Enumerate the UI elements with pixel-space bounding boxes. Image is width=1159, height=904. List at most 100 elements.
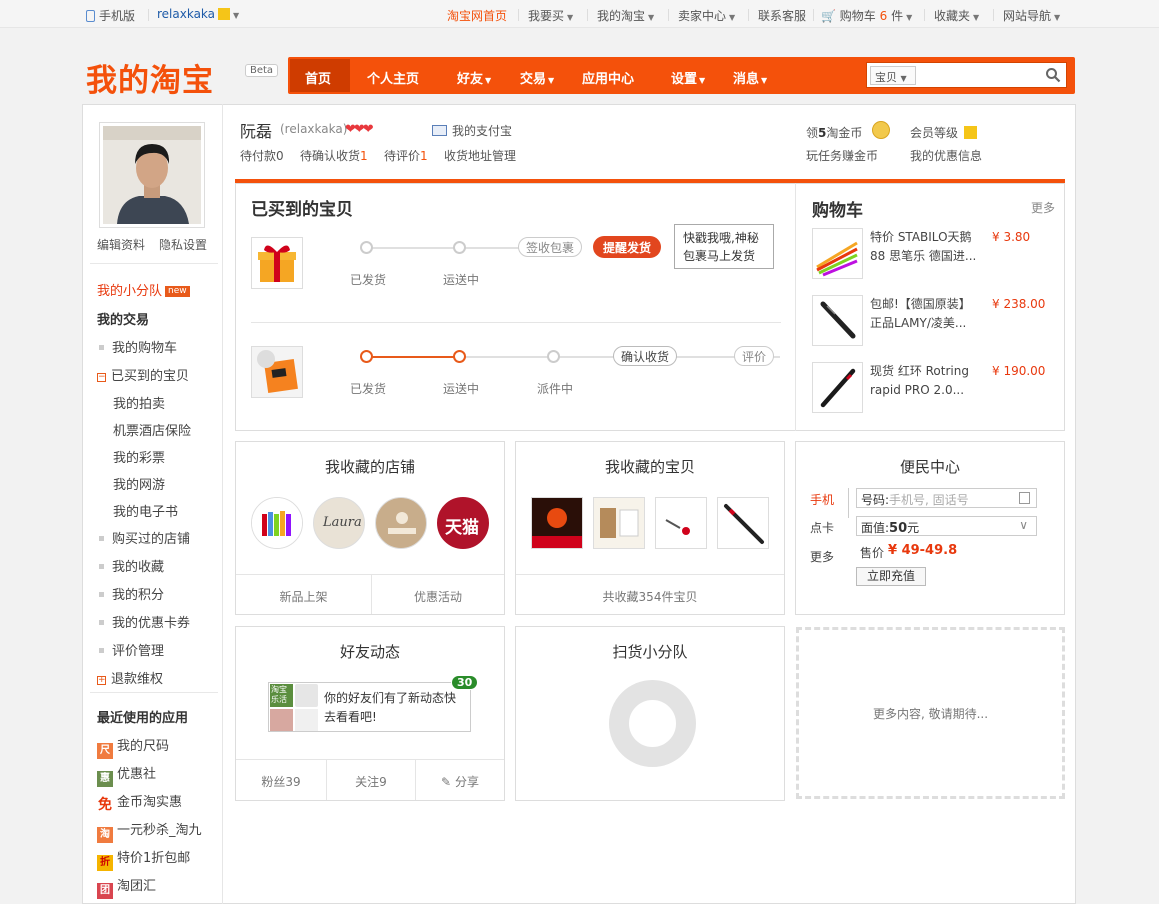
avatar[interactable] xyxy=(99,122,205,228)
shop-logo-text: Laura xyxy=(323,515,362,530)
shop-logo[interactable] xyxy=(251,497,303,549)
phone-number-field[interactable]: 号码:手机号, 固话号 xyxy=(856,488,1037,508)
step-transit-dot xyxy=(453,350,466,363)
address-link[interactable]: 收货地址管理 xyxy=(444,147,516,164)
product-image xyxy=(656,498,706,548)
my-taobao-logo[interactable]: 我的淘宝 xyxy=(86,55,214,100)
cart-item-image[interactable] xyxy=(812,362,863,413)
shop-logo[interactable]: Laura xyxy=(313,497,365,549)
app-seckill[interactable]: 淘一元秒杀_淘九 xyxy=(97,819,202,843)
search-icon[interactable] xyxy=(1045,67,1061,83)
remind-ship-button[interactable]: 提醒发货 xyxy=(593,236,662,258)
buy-menu[interactable]: 我要买 ▼ xyxy=(528,7,573,24)
cart-item-price: ¥ 238.00 xyxy=(992,297,1046,311)
sidebar-item-points[interactable]: 我的积分 xyxy=(97,584,164,603)
pending-review-link[interactable]: 待评价1 xyxy=(384,147,428,164)
total-favorites-link[interactable]: 共收藏354件宝贝 xyxy=(516,588,784,605)
feed-message[interactable]: 淘宝 乐活 你的好友们有了新动态快去看看吧! xyxy=(268,682,471,732)
new-arrivals-link[interactable]: 新品上架 xyxy=(236,588,371,605)
pending-pay-link[interactable]: 待付款0 xyxy=(240,147,284,164)
sidebar-item-coupons[interactable]: 我的优惠卡券 xyxy=(97,612,190,631)
fav-goods-thumbnail[interactable] xyxy=(593,497,645,549)
cart-more-link[interactable]: 更多 xyxy=(1031,199,1055,216)
order-thumbnail[interactable] xyxy=(251,237,303,289)
sidebar-item-bought[interactable]: − 已买到的宝贝 xyxy=(97,365,189,384)
search-type-select[interactable]: 宝贝 ▼ xyxy=(870,66,916,85)
sidebar-item-refunds[interactable]: + 退款维权 xyxy=(97,668,163,687)
my-trade-heading: 我的交易 xyxy=(97,313,150,328)
app-size[interactable]: 尺我的尺码 xyxy=(97,735,169,759)
sidebar-item-lottery[interactable]: 我的彩票 xyxy=(113,447,165,466)
coupon-app-icon: 惠 xyxy=(97,771,113,787)
cart-item-image[interactable] xyxy=(812,228,863,279)
collapse-icon[interactable]: − xyxy=(97,373,106,382)
favorites-menu[interactable]: 收藏夹 ▼ xyxy=(934,7,979,24)
seller-center-menu[interactable]: 卖家中心 ▼ xyxy=(678,7,735,24)
nav-app-center[interactable]: 应用中心 xyxy=(582,68,634,87)
member-level-link[interactable]: 会员等级 xyxy=(910,124,977,141)
app-group-buy[interactable]: 团淘团汇 xyxy=(97,875,156,899)
app-discount[interactable]: 折特价1折包邮 xyxy=(97,847,190,871)
app-youhuishe[interactable]: 惠优惠社 xyxy=(97,763,156,787)
fav-goods-thumbnail[interactable] xyxy=(531,497,583,549)
my-taobao-menu[interactable]: 我的淘宝 ▼ xyxy=(597,7,654,24)
taobao-home-link[interactable]: 淘宝网首页 xyxy=(447,7,507,24)
mobile-link[interactable]: 手机版 xyxy=(86,7,135,24)
shop-logo[interactable]: 天猫 xyxy=(437,497,489,549)
sidebar-item-favorites[interactable]: 我的收藏 xyxy=(97,556,164,575)
search-input[interactable] xyxy=(919,65,1041,85)
site-nav-menu[interactable]: 网站导航 ▼ xyxy=(1003,7,1060,24)
charge-now-button[interactable]: 立即充值 xyxy=(856,567,926,586)
edit-profile-link[interactable]: 编辑资料 xyxy=(97,236,145,253)
cart-item-name[interactable]: rapid PRO 2.0... xyxy=(870,381,982,400)
cart-item-name[interactable]: 正品LAMY/凌美... xyxy=(870,314,982,333)
nav-friends[interactable]: 好友 ▼ xyxy=(457,68,491,87)
gold-coin-link[interactable]: 领5淘金币 xyxy=(806,124,862,141)
customer-service-link[interactable]: 联系客服 xyxy=(758,7,806,24)
bullet-icon xyxy=(99,648,104,653)
value-select[interactable]: 面值:50元 ∨ xyxy=(856,516,1037,536)
nav-messages[interactable]: 消息 ▼ xyxy=(733,68,767,87)
confirm-receipt-button[interactable]: 确认收货 xyxy=(613,346,678,366)
alipay-link[interactable]: 我的支付宝 xyxy=(432,122,512,139)
username-link[interactable]: relaxkaka ▼ xyxy=(157,7,239,21)
cart-item-name[interactable]: 88 思笔乐 德国进... xyxy=(870,247,982,266)
sidebar-item-reviews[interactable]: 评价管理 xyxy=(97,640,164,659)
price-label: 售价 xyxy=(860,546,885,560)
app-gold-coin[interactable]: 免金币淘实惠 xyxy=(97,791,182,813)
sidebar-item-travel[interactable]: 机票酒店保险 xyxy=(113,420,191,439)
fav-goods-thumbnail[interactable] xyxy=(655,497,707,549)
following-link[interactable]: 关注9 xyxy=(327,773,415,790)
sidebar-item-ebooks[interactable]: 我的电子书 xyxy=(113,501,178,520)
sidebar-item-games[interactable]: 我的网游 xyxy=(113,474,165,493)
fans-link[interactable]: 粉丝39 xyxy=(236,773,326,790)
cart-item-name[interactable]: 包邮!【德国原装】 xyxy=(870,295,982,314)
nav-home[interactable]: 首页 xyxy=(305,68,331,87)
cart-menu[interactable]: 🛒 购物车 6 件 ▼ xyxy=(821,7,912,24)
sidebar-item-cart[interactable]: 我的购物车 xyxy=(97,337,177,356)
tab-game-card[interactable]: 点卡 xyxy=(810,519,834,536)
shop-logo[interactable] xyxy=(375,497,427,549)
promotions-link[interactable]: 优惠活动 xyxy=(372,588,504,605)
nav-settings[interactable]: 设置 ▼ xyxy=(671,68,705,87)
cart-title: 购物车 xyxy=(812,201,863,221)
fav-goods-thumbnail[interactable] xyxy=(717,497,769,549)
nav-profile[interactable]: 个人主页 xyxy=(367,68,419,87)
task-link[interactable]: 玩任务赚金币 xyxy=(806,147,878,164)
my-offers-link[interactable]: 我的优惠信息 xyxy=(910,147,982,164)
order-thumbnail[interactable] xyxy=(251,346,303,398)
expand-icon[interactable]: + xyxy=(97,676,106,685)
tab-mobile[interactable]: 手机 xyxy=(810,491,834,508)
sidebar-item-shops[interactable]: 购买过的店铺 xyxy=(97,528,190,547)
share-link[interactable]: ✎ 分享 xyxy=(416,773,504,790)
cart-item-name[interactable]: 特价 STABILO天鹅 xyxy=(870,228,982,247)
sidebar-item-auction[interactable]: 我的拍卖 xyxy=(113,393,165,412)
tab-more[interactable]: 更多 xyxy=(810,548,834,565)
nav-trade[interactable]: 交易 ▼ xyxy=(520,68,554,87)
cart-item-image[interactable] xyxy=(812,295,863,346)
privacy-link[interactable]: 隐私设置 xyxy=(159,236,207,253)
sidebar-item-squad[interactable]: 我的小分队 new xyxy=(97,280,190,299)
pending-receive-link[interactable]: 待确认收货1 xyxy=(300,147,368,164)
cart-item-name[interactable]: 现货 红环 Rotring xyxy=(870,362,982,381)
remind-tooltip: 快戳我哦,神秘包裹马上发货 xyxy=(674,224,774,269)
